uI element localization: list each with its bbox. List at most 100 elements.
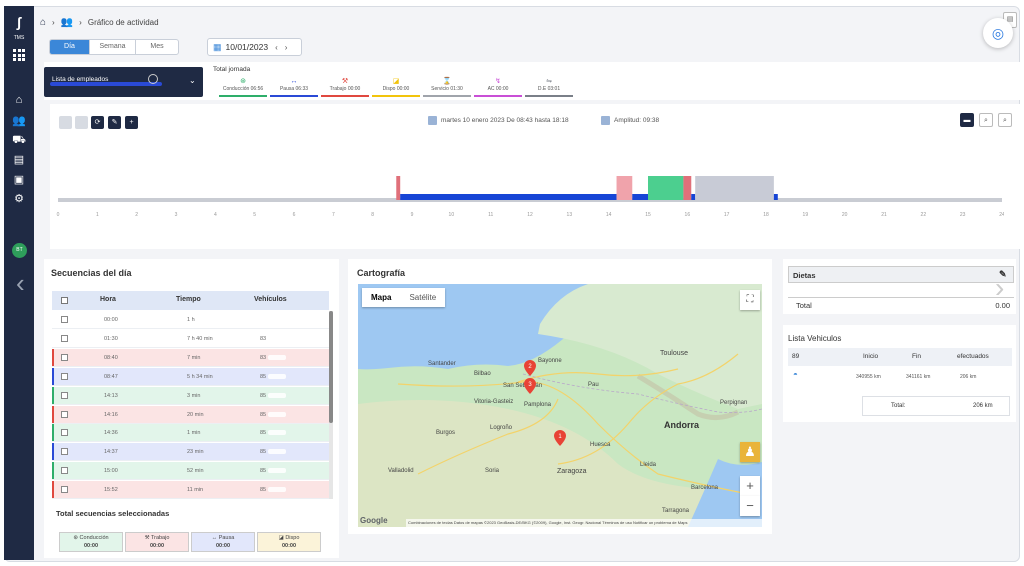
timeline-segment[interactable] — [632, 194, 648, 200]
table-row[interactable]: 08:47 5 h 34 min 85 — [52, 367, 329, 386]
row-checkbox[interactable] — [61, 353, 68, 361]
redaction-mark — [268, 317, 286, 322]
home-icon[interactable]: ⌂ — [11, 93, 27, 107]
row-color-edge — [52, 348, 54, 366]
tool-button-1[interactable] — [59, 116, 72, 129]
users-icon[interactable]: 👥 — [11, 114, 27, 128]
vehicles-total-label: Total: — [891, 403, 906, 409]
row-checkbox[interactable] — [61, 316, 68, 323]
row-hora: 14:16 — [104, 411, 118, 418]
timeline-segment[interactable] — [616, 176, 633, 200]
prev-date-icon[interactable]: ‹ — [275, 43, 278, 52]
brand-logo[interactable]: ʃ — [9, 14, 29, 30]
row-checkbox[interactable] — [61, 334, 68, 342]
map-pin[interactable]: 3 — [524, 378, 536, 394]
date-picker[interactable]: ▦ 10/01/2023 ‹ › — [207, 38, 302, 56]
tab-day[interactable]: Día — [50, 40, 90, 54]
map-label-toulouse: Toulouse — [660, 350, 689, 357]
timeline-segment[interactable] — [400, 194, 617, 200]
table-row[interactable]: 00:00 1 h — [52, 311, 329, 329]
chevron-left-icon[interactable]: ‹ — [16, 268, 38, 298]
row-checkbox[interactable] — [61, 448, 68, 456]
chart-range-text: martes 10 enero 2023 De 08:43 hasta 18:1… — [441, 117, 569, 124]
zoom-in-icon[interactable]: ⌕ — [998, 113, 1012, 127]
apps-grid-icon[interactable] — [13, 49, 25, 61]
street-view-icon[interactable]: ♟ — [740, 442, 760, 462]
document-icon[interactable]: ▤ — [11, 153, 27, 167]
users-icon[interactable]: 👥 — [61, 17, 73, 28]
map-pin[interactable]: 1 — [554, 430, 566, 446]
total-item: ⇋ D.E 03:01 — [525, 77, 573, 97]
selected-total-item: ⊛ Conducción 00:00 — [59, 532, 123, 552]
gear-icon[interactable]: ⚙ — [11, 192, 27, 206]
table-row[interactable]: 15:00 52 min 85 — [52, 462, 329, 481]
map-label-bayonne: Bayonne — [538, 358, 562, 364]
clear-icon[interactable] — [148, 74, 158, 84]
table-row[interactable]: 14:37 23 min 85 — [52, 443, 329, 462]
timeline-segment[interactable] — [648, 176, 684, 200]
table-row[interactable]: 08:40 7 min 83 — [52, 348, 329, 367]
timeline-segment[interactable] — [695, 176, 774, 200]
dietas-total: Total 0.00 — [788, 297, 1014, 311]
plus-icon[interactable]: + — [125, 116, 138, 129]
vehicles-title: Lista Vehiculos — [788, 334, 842, 343]
next-date-icon[interactable]: › — [285, 43, 288, 52]
zoom-out-button[interactable]: − — [740, 496, 760, 516]
timeline-segment[interactable] — [396, 176, 401, 200]
truck-icon[interactable]: ⛟ — [11, 133, 27, 147]
select-all-checkbox[interactable] — [61, 297, 68, 304]
total-item-bar — [525, 95, 573, 97]
row-hora: 08:47 — [104, 373, 118, 380]
row-hora: 14:36 — [104, 430, 118, 437]
row-checkbox[interactable] — [61, 429, 68, 437]
map-title: Cartografía — [357, 268, 406, 278]
table-row[interactable]: 14:36 1 min 85 — [52, 424, 329, 443]
row-color-edge — [52, 443, 54, 461]
row-checkbox[interactable] — [61, 372, 68, 380]
total-item: ⌛ Servicio 01:30 — [423, 77, 471, 97]
timeline-segment[interactable] — [683, 176, 692, 200]
home-icon[interactable]: ⌂ — [40, 17, 46, 28]
employee-select[interactable]: Lista de empleados ⌄ — [44, 67, 203, 97]
vehicle-row[interactable]: ◓ 340955 km 341161 km 206 km — [788, 368, 1012, 386]
table-row[interactable]: 14:13 3 min 85 — [52, 386, 329, 405]
timeline-segment[interactable] — [773, 194, 778, 200]
tool-button-2[interactable] — [75, 116, 88, 129]
chat-icon[interactable]: ▬ — [960, 113, 974, 127]
truck-icon: ◓ — [793, 370, 798, 379]
chevron-down-icon[interactable]: ⌄ — [189, 76, 196, 85]
sequences-scrollbar[interactable] — [329, 311, 333, 499]
timeline-tick: 6 — [293, 212, 296, 218]
timeline-tick: 8 — [371, 212, 374, 218]
fullscreen-icon[interactable]: ⛶ — [740, 290, 760, 310]
map-attribution: Combinaciones de teclas Datos de mapas ©… — [406, 519, 762, 527]
activity-timeline[interactable]: 0 1 2 3 4 5 6 7 8 9 10 11 12 13 14 15 16 17 18 19 20 21 22 23 24 — [56, 168, 1004, 224]
map-label-barcelona: Barcelona — [691, 485, 719, 491]
total-item: ↔ Pausa 06:33 — [270, 77, 318, 97]
map-label-zaragoza: Zaragoza — [557, 468, 587, 475]
table-row[interactable]: 14:16 20 min 85 — [52, 405, 329, 424]
folder-icon[interactable]: ▣ — [11, 173, 27, 187]
table-row[interactable]: 15:52 11 min 85 — [52, 481, 329, 500]
table-row[interactable]: 01:30 7 h 40 min 83 — [52, 329, 329, 348]
map-pin[interactable]: 2 — [524, 360, 536, 376]
tab-week[interactable]: Semana — [90, 40, 136, 54]
row-checkbox[interactable] — [61, 486, 68, 494]
pencil-icon[interactable]: ✎ — [108, 116, 121, 129]
tab-month[interactable]: Mes — [136, 40, 178, 54]
chevron-right-icon[interactable]: › — [995, 272, 1004, 304]
row-checkbox[interactable] — [61, 467, 68, 475]
zoom-out-icon[interactable]: ⌕ — [979, 113, 993, 127]
row-checkbox[interactable] — [61, 410, 68, 418]
row-checkbox[interactable] — [61, 391, 68, 399]
selected-total-label: Dispo — [285, 535, 300, 541]
zoom-in-button[interactable]: + — [740, 476, 760, 496]
redaction-mark — [268, 411, 286, 417]
timeline-tick: 5 — [253, 212, 256, 218]
map-tab-satellite[interactable]: Satélite — [400, 288, 445, 307]
map-tab-map[interactable]: Mapa — [362, 288, 400, 307]
avatar[interactable]: BT — [12, 243, 27, 258]
camera-icon[interactable]: ◎ — [983, 18, 1013, 48]
timeline-segment[interactable] — [691, 194, 696, 200]
refresh-icon[interactable]: ⟳ — [91, 116, 104, 129]
